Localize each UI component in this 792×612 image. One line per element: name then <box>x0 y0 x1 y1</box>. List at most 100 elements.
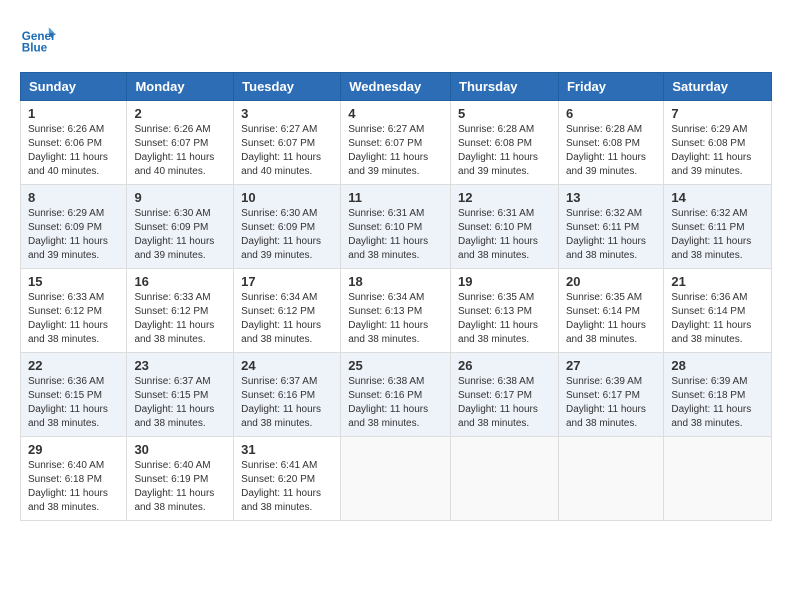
day-number: 26 <box>458 358 551 373</box>
calendar-day-cell: 22 Sunrise: 6:36 AMSunset: 6:15 PMDaylig… <box>21 353 127 437</box>
day-number: 8 <box>28 190 119 205</box>
calendar-day-cell: 23 Sunrise: 6:37 AMSunset: 6:15 PMDaylig… <box>127 353 234 437</box>
page-header: General Blue <box>20 20 772 56</box>
cell-info: Sunrise: 6:29 AMSunset: 6:09 PMDaylight:… <box>28 208 108 261</box>
day-number: 22 <box>28 358 119 373</box>
day-number: 5 <box>458 106 551 121</box>
calendar-day-cell: 30 Sunrise: 6:40 AMSunset: 6:19 PMDaylig… <box>127 437 234 521</box>
cell-info: Sunrise: 6:34 AMSunset: 6:13 PMDaylight:… <box>348 292 428 345</box>
cell-info: Sunrise: 6:27 AMSunset: 6:07 PMDaylight:… <box>348 124 428 177</box>
cell-info: Sunrise: 6:30 AMSunset: 6:09 PMDaylight:… <box>134 208 214 261</box>
day-number: 23 <box>134 358 226 373</box>
cell-info: Sunrise: 6:34 AMSunset: 6:12 PMDaylight:… <box>241 292 321 345</box>
calendar-week-row: 22 Sunrise: 6:36 AMSunset: 6:15 PMDaylig… <box>21 353 772 437</box>
cell-info: Sunrise: 6:40 AMSunset: 6:18 PMDaylight:… <box>28 460 108 513</box>
cell-info: Sunrise: 6:31 AMSunset: 6:10 PMDaylight:… <box>348 208 428 261</box>
calendar-day-cell: 31 Sunrise: 6:41 AMSunset: 6:20 PMDaylig… <box>234 437 341 521</box>
day-number: 17 <box>241 274 333 289</box>
calendar-day-cell: 29 Sunrise: 6:40 AMSunset: 6:18 PMDaylig… <box>21 437 127 521</box>
calendar-day-cell: 20 Sunrise: 6:35 AMSunset: 6:14 PMDaylig… <box>558 269 663 353</box>
weekday-header: Tuesday <box>234 73 341 101</box>
calendar-day-cell: 10 Sunrise: 6:30 AMSunset: 6:09 PMDaylig… <box>234 185 341 269</box>
cell-info: Sunrise: 6:32 AMSunset: 6:11 PMDaylight:… <box>566 208 646 261</box>
calendar-day-cell: 3 Sunrise: 6:27 AMSunset: 6:07 PMDayligh… <box>234 101 341 185</box>
weekday-header: Wednesday <box>341 73 451 101</box>
calendar-day-cell <box>451 437 559 521</box>
day-number: 12 <box>458 190 551 205</box>
cell-info: Sunrise: 6:37 AMSunset: 6:15 PMDaylight:… <box>134 376 214 429</box>
calendar-day-cell: 12 Sunrise: 6:31 AMSunset: 6:10 PMDaylig… <box>451 185 559 269</box>
day-number: 6 <box>566 106 656 121</box>
logo-icon: General Blue <box>20 20 56 56</box>
calendar-day-cell: 25 Sunrise: 6:38 AMSunset: 6:16 PMDaylig… <box>341 353 451 437</box>
cell-info: Sunrise: 6:41 AMSunset: 6:20 PMDaylight:… <box>241 460 321 513</box>
calendar-day-cell: 8 Sunrise: 6:29 AMSunset: 6:09 PMDayligh… <box>21 185 127 269</box>
calendar-table: SundayMondayTuesdayWednesdayThursdayFrid… <box>20 72 772 521</box>
day-number: 9 <box>134 190 226 205</box>
cell-info: Sunrise: 6:28 AMSunset: 6:08 PMDaylight:… <box>566 124 646 177</box>
cell-info: Sunrise: 6:27 AMSunset: 6:07 PMDaylight:… <box>241 124 321 177</box>
calendar-day-cell: 17 Sunrise: 6:34 AMSunset: 6:12 PMDaylig… <box>234 269 341 353</box>
weekday-header: Thursday <box>451 73 559 101</box>
calendar-day-cell: 13 Sunrise: 6:32 AMSunset: 6:11 PMDaylig… <box>558 185 663 269</box>
calendar-day-cell: 4 Sunrise: 6:27 AMSunset: 6:07 PMDayligh… <box>341 101 451 185</box>
cell-info: Sunrise: 6:26 AMSunset: 6:06 PMDaylight:… <box>28 124 108 177</box>
day-number: 14 <box>671 190 764 205</box>
day-number: 3 <box>241 106 333 121</box>
day-number: 11 <box>348 190 443 205</box>
calendar-header-row: SundayMondayTuesdayWednesdayThursdayFrid… <box>21 73 772 101</box>
calendar-day-cell: 24 Sunrise: 6:37 AMSunset: 6:16 PMDaylig… <box>234 353 341 437</box>
day-number: 30 <box>134 442 226 457</box>
calendar-day-cell: 14 Sunrise: 6:32 AMSunset: 6:11 PMDaylig… <box>664 185 772 269</box>
calendar-day-cell: 18 Sunrise: 6:34 AMSunset: 6:13 PMDaylig… <box>341 269 451 353</box>
weekday-header: Saturday <box>664 73 772 101</box>
day-number: 28 <box>671 358 764 373</box>
day-number: 10 <box>241 190 333 205</box>
calendar-day-cell: 27 Sunrise: 6:39 AMSunset: 6:17 PMDaylig… <box>558 353 663 437</box>
weekday-header: Monday <box>127 73 234 101</box>
calendar-day-cell: 11 Sunrise: 6:31 AMSunset: 6:10 PMDaylig… <box>341 185 451 269</box>
cell-info: Sunrise: 6:38 AMSunset: 6:17 PMDaylight:… <box>458 376 538 429</box>
day-number: 15 <box>28 274 119 289</box>
cell-info: Sunrise: 6:39 AMSunset: 6:17 PMDaylight:… <box>566 376 646 429</box>
calendar-day-cell: 16 Sunrise: 6:33 AMSunset: 6:12 PMDaylig… <box>127 269 234 353</box>
day-number: 18 <box>348 274 443 289</box>
calendar-day-cell <box>664 437 772 521</box>
cell-info: Sunrise: 6:26 AMSunset: 6:07 PMDaylight:… <box>134 124 214 177</box>
cell-info: Sunrise: 6:32 AMSunset: 6:11 PMDaylight:… <box>671 208 751 261</box>
logo: General Blue <box>20 20 62 56</box>
calendar-day-cell: 15 Sunrise: 6:33 AMSunset: 6:12 PMDaylig… <box>21 269 127 353</box>
day-number: 25 <box>348 358 443 373</box>
weekday-header: Friday <box>558 73 663 101</box>
calendar-day-cell: 26 Sunrise: 6:38 AMSunset: 6:17 PMDaylig… <box>451 353 559 437</box>
cell-info: Sunrise: 6:36 AMSunset: 6:15 PMDaylight:… <box>28 376 108 429</box>
day-number: 19 <box>458 274 551 289</box>
day-number: 2 <box>134 106 226 121</box>
cell-info: Sunrise: 6:30 AMSunset: 6:09 PMDaylight:… <box>241 208 321 261</box>
day-number: 7 <box>671 106 764 121</box>
cell-info: Sunrise: 6:29 AMSunset: 6:08 PMDaylight:… <box>671 124 751 177</box>
cell-info: Sunrise: 6:28 AMSunset: 6:08 PMDaylight:… <box>458 124 538 177</box>
cell-info: Sunrise: 6:36 AMSunset: 6:14 PMDaylight:… <box>671 292 751 345</box>
calendar-day-cell: 7 Sunrise: 6:29 AMSunset: 6:08 PMDayligh… <box>664 101 772 185</box>
calendar-day-cell: 19 Sunrise: 6:35 AMSunset: 6:13 PMDaylig… <box>451 269 559 353</box>
day-number: 27 <box>566 358 656 373</box>
day-number: 31 <box>241 442 333 457</box>
day-number: 29 <box>28 442 119 457</box>
cell-info: Sunrise: 6:33 AMSunset: 6:12 PMDaylight:… <box>28 292 108 345</box>
cell-info: Sunrise: 6:31 AMSunset: 6:10 PMDaylight:… <box>458 208 538 261</box>
calendar-day-cell: 6 Sunrise: 6:28 AMSunset: 6:08 PMDayligh… <box>558 101 663 185</box>
calendar-day-cell <box>341 437 451 521</box>
day-number: 24 <box>241 358 333 373</box>
calendar-day-cell: 9 Sunrise: 6:30 AMSunset: 6:09 PMDayligh… <box>127 185 234 269</box>
cell-info: Sunrise: 6:39 AMSunset: 6:18 PMDaylight:… <box>671 376 751 429</box>
svg-text:Blue: Blue <box>22 42 48 55</box>
day-number: 20 <box>566 274 656 289</box>
calendar-day-cell: 1 Sunrise: 6:26 AMSunset: 6:06 PMDayligh… <box>21 101 127 185</box>
day-number: 1 <box>28 106 119 121</box>
calendar-day-cell: 21 Sunrise: 6:36 AMSunset: 6:14 PMDaylig… <box>664 269 772 353</box>
cell-info: Sunrise: 6:33 AMSunset: 6:12 PMDaylight:… <box>134 292 214 345</box>
cell-info: Sunrise: 6:35 AMSunset: 6:13 PMDaylight:… <box>458 292 538 345</box>
calendar-week-row: 8 Sunrise: 6:29 AMSunset: 6:09 PMDayligh… <box>21 185 772 269</box>
day-number: 13 <box>566 190 656 205</box>
